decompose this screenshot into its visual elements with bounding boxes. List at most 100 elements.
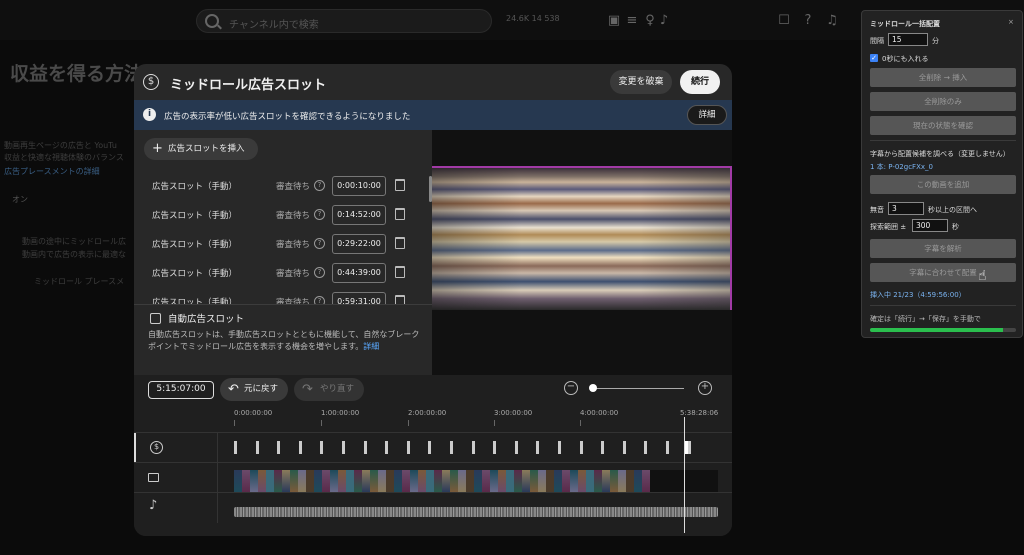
zoom-slider[interactable]	[592, 388, 684, 389]
thumbnail-cell	[410, 470, 418, 492]
video-track-header	[134, 463, 218, 493]
thumbnail-cell	[578, 470, 586, 492]
analyze-button[interactable]: 字幕を解析	[870, 239, 1016, 258]
thumbnail-cell	[362, 470, 370, 492]
insert-slot-button[interactable]: + 広告スロットを挿入	[144, 138, 258, 160]
help-icon[interactable]: ?	[314, 238, 325, 249]
check-state-button[interactable]: 現在の状態を確認	[870, 116, 1016, 135]
bg-link[interactable]: 広告プレースメントの詳細	[4, 166, 100, 177]
ad-slot-marker[interactable]	[298, 441, 302, 454]
thumbnail-cell	[338, 470, 346, 492]
slot-time-input[interactable]: 0:00:10:00	[332, 176, 386, 196]
ad-slot-marker[interactable]	[320, 441, 324, 454]
ad-slot-marker[interactable]	[685, 441, 688, 454]
subtitle-note: 字幕から配置候補を調べる（変更しません）	[870, 150, 1010, 158]
discard-button[interactable]: 変更を破棄	[610, 70, 672, 94]
time-tick: 2:00:00:00	[408, 409, 447, 417]
ad-slot-marker[interactable]	[406, 441, 410, 454]
ad-slot-marker[interactable]	[363, 441, 367, 454]
thumbnail-cell	[514, 470, 522, 492]
delete-insert-button[interactable]: 全削除 → 挿入	[870, 68, 1016, 87]
zoom-out-icon[interactable]: −	[564, 381, 578, 395]
interval-input[interactable]: 15	[888, 33, 928, 46]
auto-detail-link[interactable]: 詳細	[363, 342, 379, 351]
slot-time-input[interactable]: 0:59:31:00	[332, 292, 386, 304]
trash-icon[interactable]	[395, 237, 405, 249]
slot-status: 審査待ち	[276, 211, 311, 221]
feedback-icon[interactable]: ☐	[776, 13, 792, 29]
thumbnail-cell	[282, 470, 290, 492]
slot-status: 審査待ち	[276, 240, 311, 250]
close-icon[interactable]: ×	[1008, 18, 1014, 26]
dollar-icon: $	[143, 74, 159, 90]
ad-slot-marker[interactable]	[644, 441, 648, 454]
midroll-dialog: $ ミッドロール広告スロット 変更を破棄 続行 i 広告の表示率が低い広告スロッ…	[134, 64, 732, 536]
ad-slot-marker[interactable]	[687, 441, 691, 454]
undo-button[interactable]: ↶ 元に戻す	[220, 378, 288, 401]
subtitles-icon[interactable]: ▣	[606, 13, 622, 29]
banner-detail-button[interactable]: 詳細	[687, 105, 727, 125]
slot-time-input[interactable]: 0:44:39:00	[332, 263, 386, 283]
video-frame[interactable]	[432, 166, 732, 310]
help-icon[interactable]: ?	[314, 180, 325, 191]
time-tick: 0:00:00:00	[234, 409, 273, 417]
ad-slot-marker[interactable]	[277, 441, 281, 454]
auto-slot-checkbox[interactable]	[150, 313, 161, 324]
trash-icon[interactable]	[395, 179, 405, 191]
trash-icon[interactable]	[395, 208, 405, 220]
panel-title: ミッドロール一括配置	[870, 20, 940, 28]
progress-fill	[870, 328, 1003, 332]
zero-sec-checkbox[interactable]: ✓	[870, 54, 878, 62]
playhead[interactable]	[684, 417, 685, 533]
continue-button[interactable]: 続行	[680, 70, 720, 94]
bell-small-icon[interactable]: ♪	[656, 13, 672, 29]
ad-slot-marker[interactable]	[666, 441, 669, 454]
list-icon[interactable]: ≡	[624, 13, 640, 29]
ad-slot-marker[interactable]	[622, 441, 626, 454]
ad-slot-marker[interactable]	[255, 441, 259, 454]
search-input[interactable]: チャンネル内で検索	[196, 9, 492, 33]
redo-icon: ↷	[302, 382, 313, 397]
thumbnail-cell	[490, 470, 498, 492]
slot-time-input[interactable]: 0:29:22:00	[332, 234, 386, 254]
delete-all-button[interactable]: 全削除のみ	[870, 92, 1016, 111]
range-input[interactable]: 300	[912, 219, 948, 232]
ad-slot-marker[interactable]	[558, 441, 561, 454]
ad-slot-marker[interactable]	[514, 441, 518, 454]
ad-slot-marker[interactable]	[536, 441, 540, 454]
ad-slot-marker[interactable]	[234, 441, 237, 454]
progress-bar	[870, 328, 1016, 332]
timecode-input[interactable]: 5:15:07:00	[148, 381, 214, 399]
bg-line1: 動画再生ページの広告と YouTu	[4, 141, 117, 150]
trash-icon[interactable]	[395, 266, 405, 278]
help-icon[interactable]: ?	[800, 13, 816, 29]
mouse-cursor-icon: ☝	[978, 268, 987, 284]
place-button[interactable]: 字幕に合わせて配置	[870, 263, 1016, 282]
help-icon[interactable]: ?	[314, 267, 325, 278]
thumbnail-cell	[450, 470, 458, 492]
add-video-button[interactable]: この動画を追加	[870, 175, 1016, 194]
bg-midroll-button[interactable]: ミッドロール プレースメ	[34, 276, 124, 287]
help-icon[interactable]: ?	[314, 296, 325, 304]
zoom-slider-handle[interactable]	[589, 384, 597, 392]
help-icon[interactable]: ?	[314, 209, 325, 220]
ad-slot-marker[interactable]	[342, 441, 345, 454]
redo-button[interactable]: ↷ やり直す	[294, 378, 364, 401]
slot-time-input[interactable]: 0:14:52:00	[332, 205, 386, 225]
search-placeholder: チャンネル内で検索	[229, 20, 319, 31]
ad-slot-marker[interactable]	[385, 441, 389, 454]
notifications-icon[interactable]: ♫	[824, 13, 840, 29]
thumbnail-cell	[274, 470, 282, 492]
ad-slot-marker[interactable]	[579, 441, 583, 454]
zoom-in-icon[interactable]: +	[698, 381, 712, 395]
thumbnail-cell	[314, 470, 322, 492]
ad-slot-marker[interactable]	[428, 441, 432, 454]
trash-icon[interactable]	[395, 295, 405, 304]
silence-input[interactable]: 3	[888, 202, 924, 215]
thumbnail-cell	[546, 470, 554, 492]
ad-slot-marker[interactable]	[493, 441, 497, 454]
ad-slot-marker[interactable]	[471, 441, 475, 454]
ad-slot-marker[interactable]	[601, 441, 605, 454]
ad-slot-marker[interactable]	[450, 441, 453, 454]
thumbnail-cell	[458, 470, 466, 492]
